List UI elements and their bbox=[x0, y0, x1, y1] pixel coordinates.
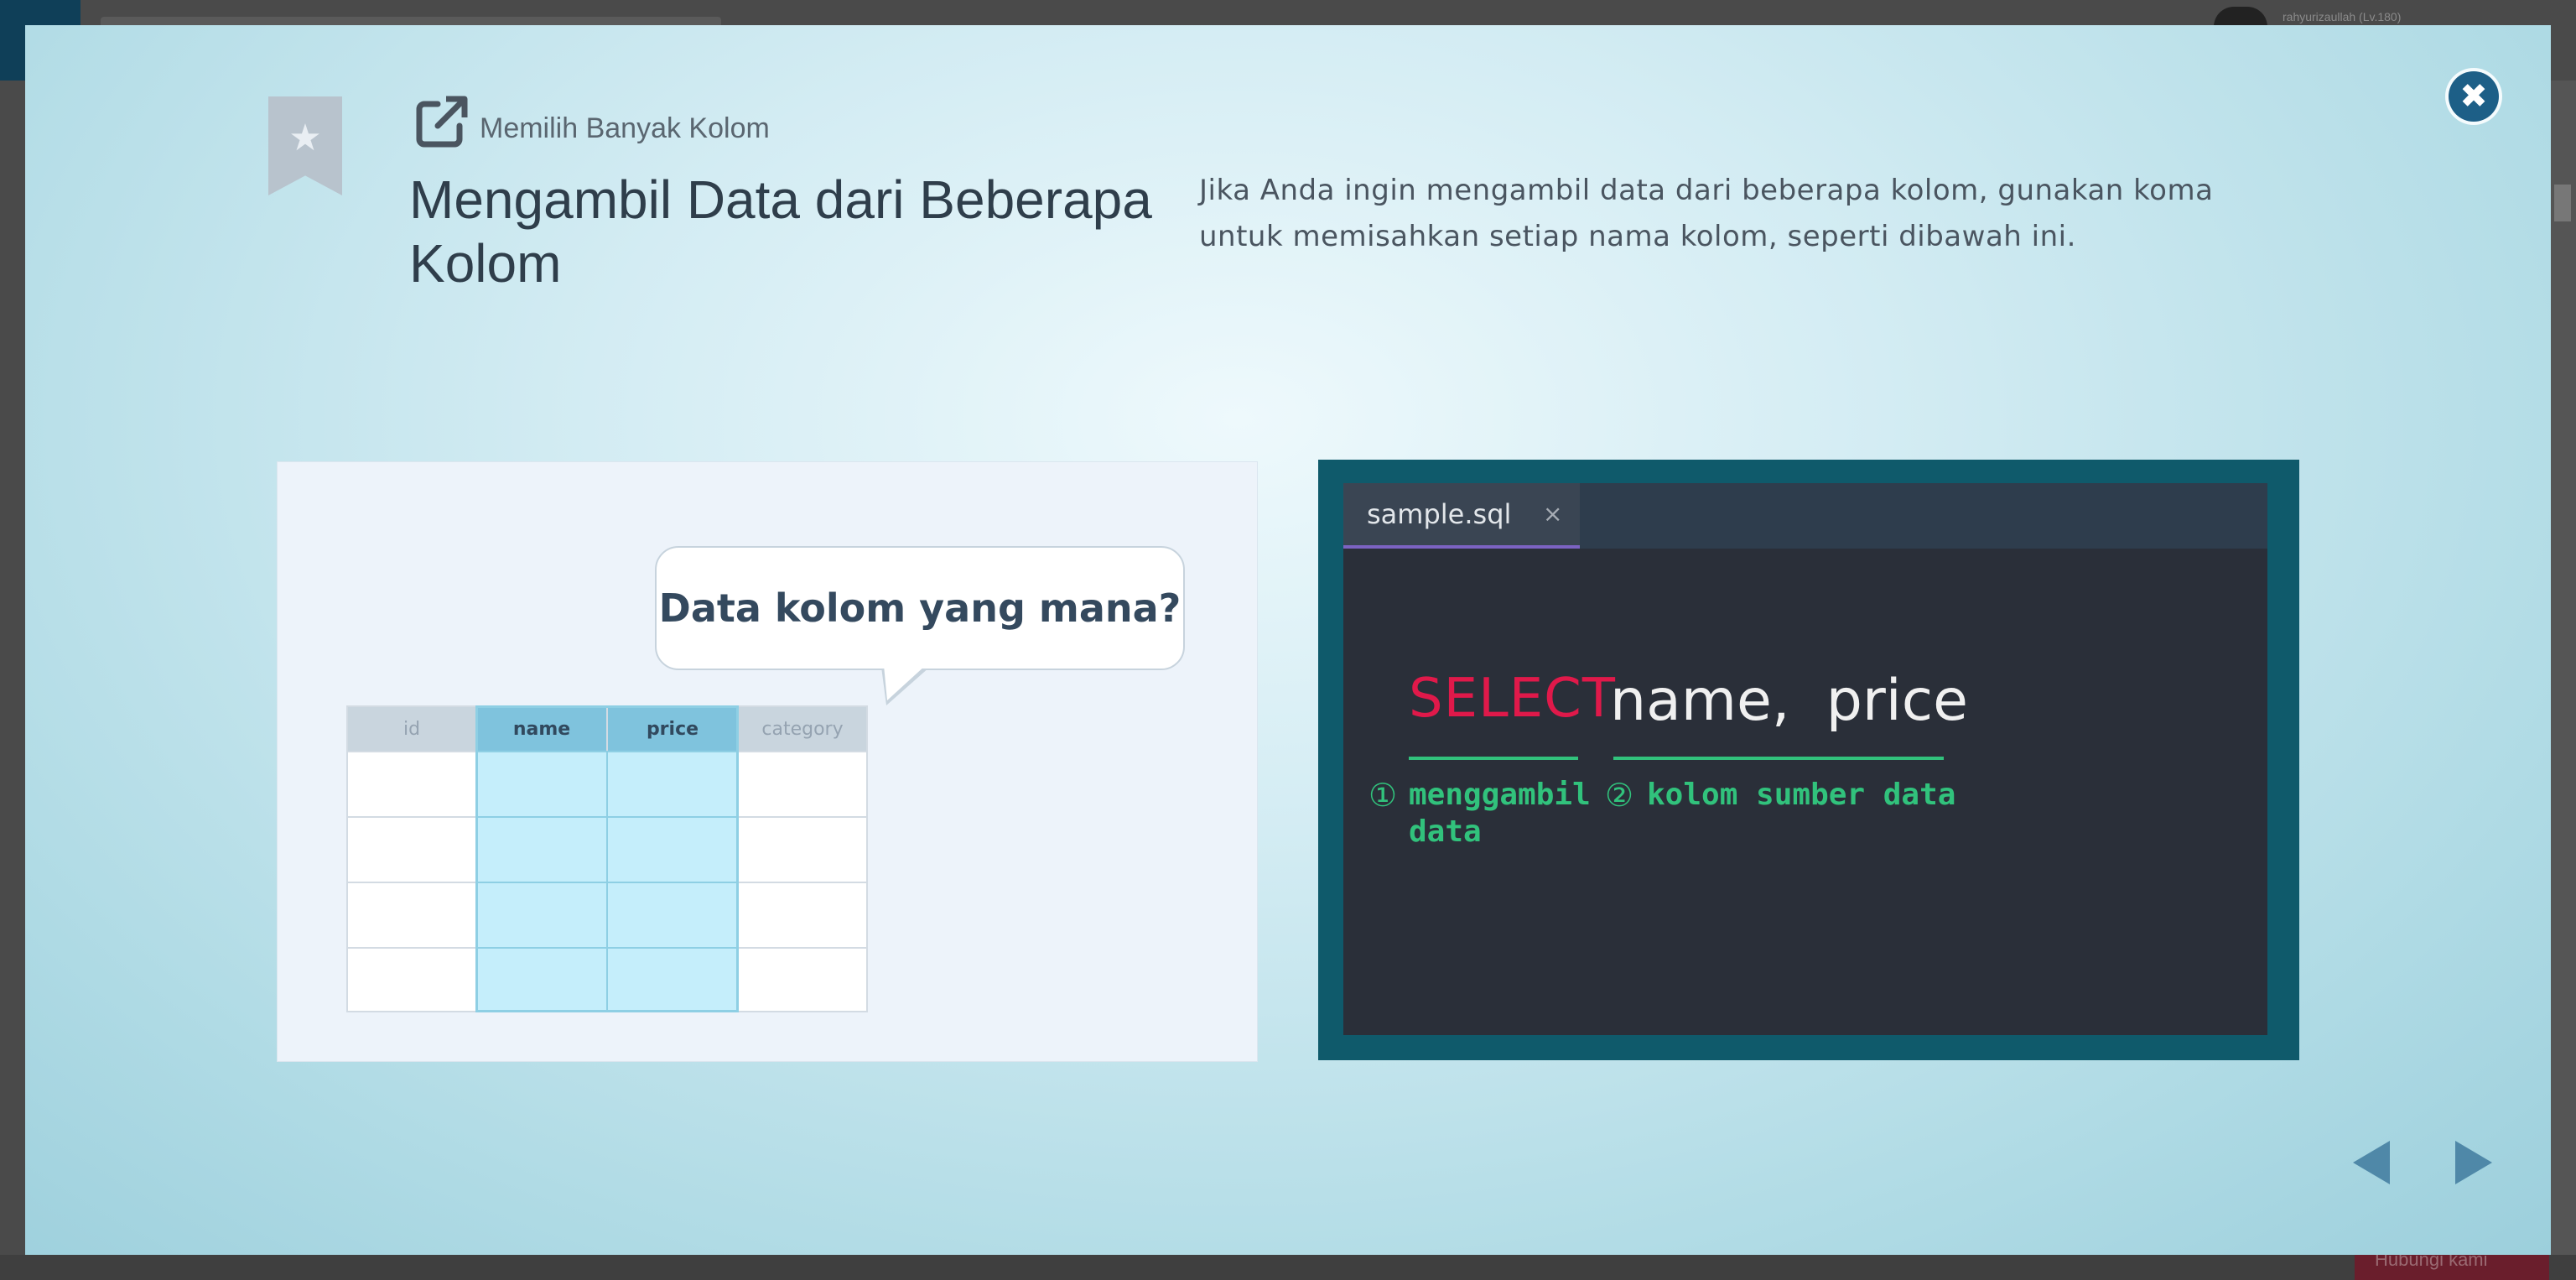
table-cell-highlighted bbox=[475, 816, 608, 883]
table-cell bbox=[346, 947, 477, 1012]
table-header-cell: category bbox=[737, 705, 868, 752]
background-username: rahyurizaullah (Lv.180) bbox=[2283, 10, 2402, 23]
lesson-modal: ★ Memilih Banyak Kolom Mengambil Data da… bbox=[25, 25, 2551, 1255]
background-bottom-bar bbox=[0, 1255, 2576, 1280]
table-cell bbox=[737, 882, 868, 949]
annotation-number-1: ① bbox=[1368, 777, 1398, 814]
table-header-cell: price bbox=[606, 705, 739, 752]
table-illustration: Data kolom yang mana? id name price cate… bbox=[277, 461, 1258, 1062]
sql-column-list: name, price bbox=[1610, 668, 1968, 734]
speech-bubble: Data kolom yang mana? bbox=[655, 546, 1185, 670]
bookmark-button[interactable]: ★ bbox=[268, 96, 342, 195]
tab-label: sample.sql bbox=[1367, 498, 1512, 530]
speech-bubble-tail-inner bbox=[884, 665, 926, 700]
annotation-underline-1 bbox=[1409, 757, 1578, 760]
table-header-cell: id bbox=[346, 705, 477, 752]
table-cell bbox=[346, 751, 477, 818]
table-cell bbox=[737, 751, 868, 818]
table-cell-highlighted bbox=[475, 947, 608, 1012]
next-slide-button[interactable] bbox=[2455, 1141, 2492, 1184]
star-icon: ★ bbox=[288, 117, 322, 159]
table-cell-highlighted bbox=[606, 882, 739, 949]
close-button[interactable]: ✖ bbox=[2449, 71, 2499, 122]
speech-bubble-text: Data kolom yang mana? bbox=[658, 585, 1182, 631]
tab-sample-sql[interactable]: sample.sql × bbox=[1343, 483, 1580, 549]
annotation-number-2: ② bbox=[1605, 777, 1634, 814]
lesson-subtitle: Memilih Banyak Kolom bbox=[480, 112, 770, 144]
annotation-underline-2 bbox=[1613, 757, 1944, 760]
table-cell-highlighted bbox=[606, 751, 739, 818]
lesson-title: Mengambil Data dari Beberapa Kolom bbox=[409, 169, 1152, 294]
previous-slide-button[interactable] bbox=[2353, 1141, 2390, 1184]
editor-tab-bar: sample.sql × bbox=[1343, 483, 2267, 549]
table-cell bbox=[346, 816, 477, 883]
code-illustration: sample.sql × SELECT name, price ① mengga… bbox=[1318, 460, 2299, 1060]
background-scrollbar bbox=[2549, 81, 2576, 1255]
background-scrollbar-thumb bbox=[2554, 185, 2571, 221]
table-cell-highlighted bbox=[475, 751, 608, 818]
sql-keyword-select: SELECT bbox=[1409, 668, 1616, 730]
code-editor: sample.sql × SELECT name, price ① mengga… bbox=[1343, 483, 2267, 1035]
lesson-description: Jika Anda ingin mengambil data dari bebe… bbox=[1199, 174, 2214, 253]
close-icon: ✖ bbox=[2459, 77, 2488, 116]
avatar bbox=[2214, 7, 2267, 27]
data-table: id name price category bbox=[346, 705, 868, 1012]
table-cell bbox=[346, 882, 477, 949]
table-cell bbox=[737, 816, 868, 883]
tab-close-icon[interactable]: × bbox=[1543, 500, 1562, 528]
table-cell-highlighted bbox=[606, 816, 739, 883]
table-cell-highlighted bbox=[475, 882, 608, 949]
external-link-icon bbox=[416, 96, 468, 148]
table-cell-highlighted bbox=[606, 947, 739, 1012]
table-cell bbox=[737, 947, 868, 1012]
annotation-text-2: kolom sumber data bbox=[1647, 778, 1956, 812]
table-header-cell: name bbox=[475, 705, 608, 752]
annotation-text-1: menggambil data bbox=[1409, 778, 1591, 849]
